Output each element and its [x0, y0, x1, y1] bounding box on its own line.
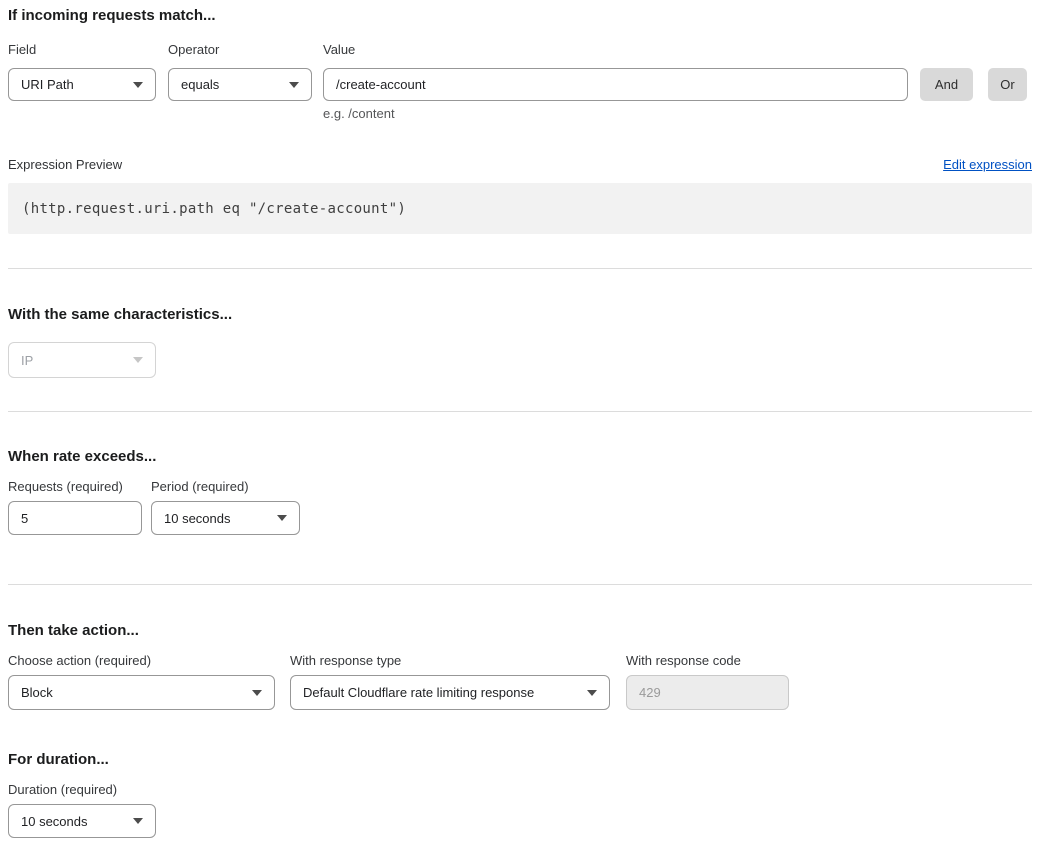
operator-select[interactable]: equals	[168, 68, 312, 101]
operator-group: Operator equals	[168, 43, 312, 101]
expression-preview-row: Expression Preview Edit expression	[8, 157, 1032, 172]
response-type-select-value: Default Cloudflare rate limiting respons…	[303, 685, 534, 700]
edit-expression-link[interactable]: Edit expression	[943, 157, 1032, 172]
response-type-group: With response type Default Cloudflare ra…	[290, 654, 610, 710]
expression-preview-label: Expression Preview	[8, 157, 122, 172]
chevron-down-icon	[277, 515, 287, 521]
operator-label: Operator	[168, 43, 312, 57]
requests-label: Requests (required)	[8, 480, 142, 494]
rate-section-heading: When rate exceeds...	[8, 448, 1032, 466]
chevron-down-icon	[133, 357, 143, 363]
period-select-value: 10 seconds	[164, 511, 231, 526]
rate-row: Requests (required) Period (required) 10…	[8, 480, 1032, 535]
period-label: Period (required)	[151, 480, 300, 494]
characteristic-select: IP	[8, 342, 156, 378]
duration-label: Duration (required)	[8, 783, 1032, 797]
chevron-down-icon	[133, 82, 143, 88]
match-section-heading: If incoming requests match...	[8, 7, 1032, 25]
duration-select[interactable]: 10 seconds	[8, 804, 156, 838]
choose-action-label: Choose action (required)	[8, 654, 275, 668]
and-button[interactable]: And	[920, 68, 973, 101]
field-select-value: URI Path	[21, 77, 74, 92]
expression-code: (http.request.uri.path eq "/create-accou…	[8, 183, 1032, 234]
operator-select-value: equals	[181, 77, 219, 92]
value-hint: e.g. /content	[323, 107, 908, 121]
section-divider	[8, 268, 1032, 269]
chevron-down-icon	[252, 690, 262, 696]
action-select[interactable]: Block	[8, 675, 275, 710]
logic-buttons: And Or	[908, 68, 1027, 101]
or-button[interactable]: Or	[988, 68, 1027, 101]
field-label: Field	[8, 43, 156, 57]
action-section-heading: Then take action...	[8, 622, 1032, 640]
response-code-group: With response code	[626, 654, 789, 710]
rate-limit-rule-form: If incoming requests match... Field URI …	[0, 0, 1048, 846]
choose-action-group: Choose action (required) Block	[8, 654, 275, 710]
period-group: Period (required) 10 seconds	[151, 480, 300, 535]
field-select[interactable]: URI Path	[8, 68, 156, 101]
value-group: Value e.g. /content	[323, 43, 908, 121]
requests-group: Requests (required)	[8, 480, 142, 535]
chevron-down-icon	[587, 690, 597, 696]
chevron-down-icon	[133, 818, 143, 824]
response-code-input	[626, 675, 789, 710]
action-select-value: Block	[21, 685, 53, 700]
chevron-down-icon	[289, 82, 299, 88]
period-select[interactable]: 10 seconds	[151, 501, 300, 535]
response-type-label: With response type	[290, 654, 610, 668]
value-input[interactable]	[323, 68, 908, 101]
response-type-select[interactable]: Default Cloudflare rate limiting respons…	[290, 675, 610, 710]
field-group: Field URI Path	[8, 43, 156, 101]
value-label: Value	[323, 43, 908, 57]
match-expression-row: Field URI Path Operator equals Value e.g…	[8, 43, 1032, 121]
section-divider	[8, 411, 1032, 412]
characteristic-select-value: IP	[21, 353, 33, 368]
duration-group: Duration (required) 10 seconds	[8, 783, 1032, 838]
duration-select-value: 10 seconds	[21, 814, 88, 829]
duration-section-heading: For duration...	[8, 751, 1032, 769]
characteristics-section-heading: With the same characteristics...	[8, 306, 1032, 324]
section-divider	[8, 584, 1032, 585]
requests-input[interactable]	[8, 501, 142, 535]
response-code-label: With response code	[626, 654, 789, 668]
action-row: Choose action (required) Block With resp…	[8, 654, 1032, 710]
